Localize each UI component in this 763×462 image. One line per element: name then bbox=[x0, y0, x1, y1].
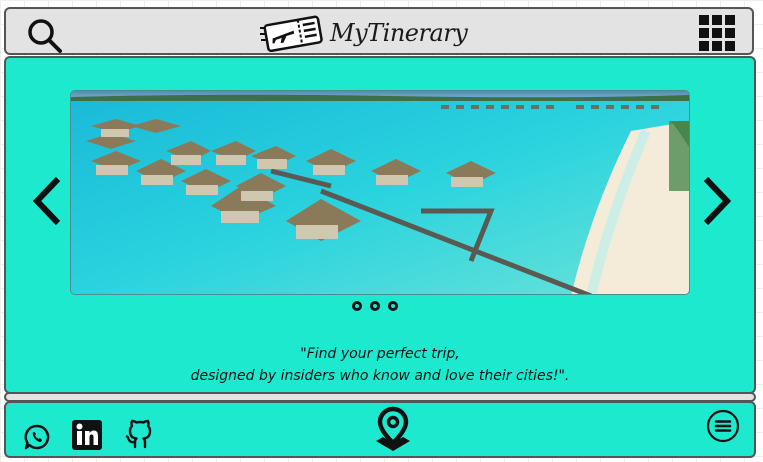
brand-name: MyTinerary bbox=[330, 19, 468, 47]
overwater-bungalows-photo bbox=[71, 91, 689, 294]
tagline-line-2: designed by insiders who know and love t… bbox=[190, 368, 570, 384]
search-icon[interactable] bbox=[24, 15, 64, 55]
top-navbar: MyTinerary bbox=[4, 7, 754, 55]
chevron-right-icon[interactable] bbox=[702, 175, 732, 227]
github-icon[interactable] bbox=[124, 418, 156, 450]
grid-menu-icon[interactable] bbox=[698, 14, 736, 52]
whatsapp-icon[interactable] bbox=[24, 424, 50, 450]
hamburger-menu-icon[interactable] bbox=[706, 409, 740, 443]
chevron-left-icon[interactable] bbox=[32, 175, 62, 227]
linkedin-icon[interactable] bbox=[72, 420, 102, 450]
carousel-dot-2[interactable] bbox=[370, 301, 380, 311]
app-canvas: MyTinerary "Find your perfect trip, desi… bbox=[0, 0, 763, 462]
carousel-dot-3[interactable] bbox=[388, 301, 398, 311]
carousel-image bbox=[70, 90, 690, 295]
carousel-dot-1[interactable] bbox=[352, 301, 362, 311]
tagline: "Find your perfect trip, designed by ins… bbox=[100, 343, 660, 387]
brand-logo[interactable]: MyTinerary bbox=[260, 13, 468, 53]
tagline-line-1: "Find your perfect trip, bbox=[300, 346, 460, 362]
carousel-dots bbox=[352, 301, 398, 311]
footer bbox=[4, 401, 756, 458]
location-pin-icon[interactable] bbox=[371, 405, 415, 453]
ticket-plane-icon bbox=[260, 15, 323, 52]
